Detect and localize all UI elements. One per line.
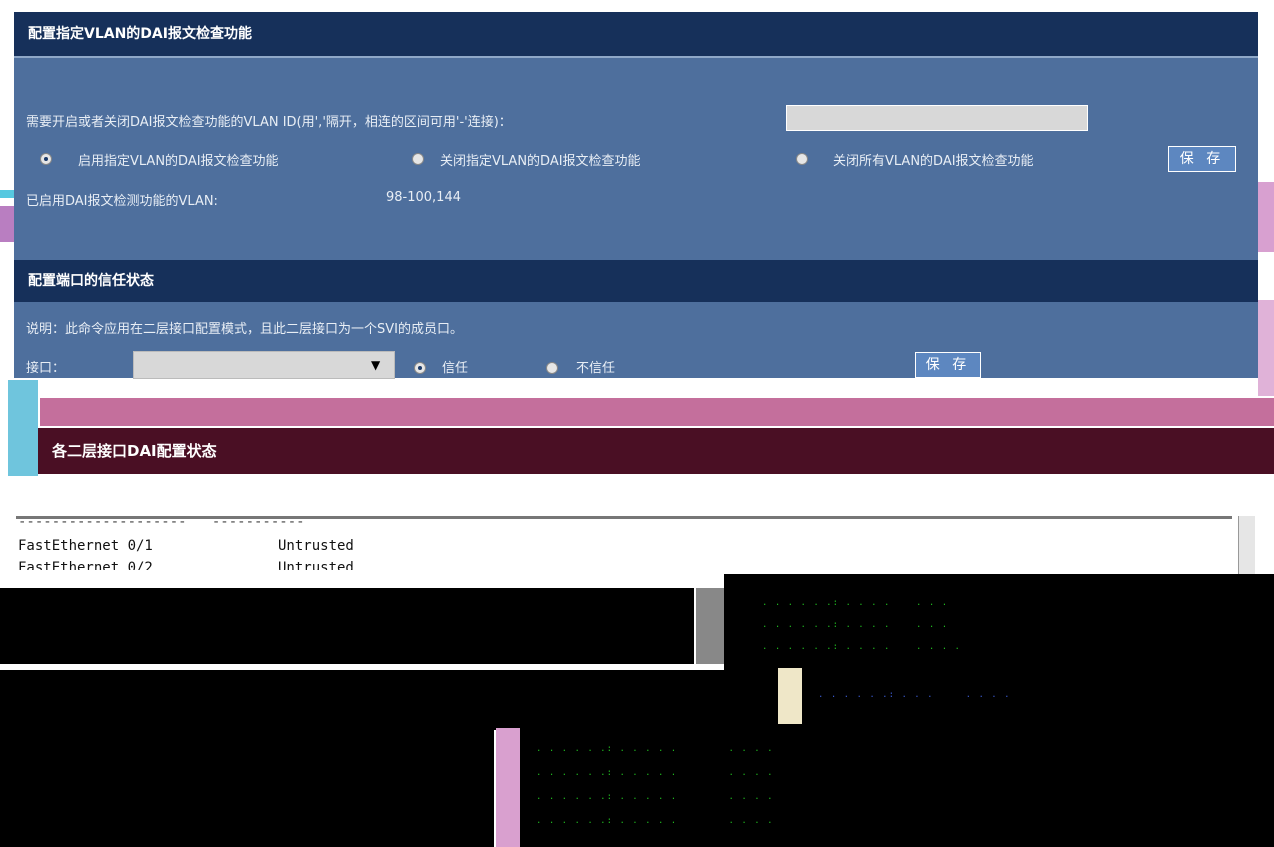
- console-scrollbar[interactable]: [1238, 516, 1255, 574]
- edge-artifact: [0, 206, 14, 242]
- edge-artifact: [8, 380, 38, 476]
- black-region: [0, 588, 694, 664]
- noise-text: . . . . . .: . . . . . . . .: [762, 642, 961, 652]
- radio-disable-vlan[interactable]: [412, 153, 424, 165]
- interface-select[interactable]: [133, 351, 395, 379]
- enabled-vlan-value: 98-100,144: [386, 190, 461, 205]
- noise-text: . . . . . .: . . . . . . . . .: [536, 792, 774, 802]
- radio-enable-vlan[interactable]: [40, 153, 52, 165]
- vlan-id-input[interactable]: [786, 105, 1088, 131]
- radio-enable-label: 启用指定VLAN的DAI报文检查功能: [78, 154, 279, 169]
- enabled-vlan-label: 已启用DAI报文检测功能的VLAN:: [26, 194, 218, 209]
- vlan-dai-title: 配置指定VLAN的DAI报文检查功能: [14, 12, 1258, 56]
- radio-untrust[interactable]: [546, 362, 558, 374]
- gray-strip: [696, 588, 724, 664]
- noise-text: . . . . . .: . . . . . . .: [762, 620, 949, 630]
- vlan-id-label: 需要开启或者关闭DAI报文检查功能的VLAN ID(用','隔开，相连的区间可用…: [26, 115, 512, 130]
- radio-trust-label: 信任: [442, 361, 469, 376]
- edge-artifact: [0, 190, 14, 198]
- row-1-interface: FastEthernet 0/1: [18, 538, 153, 554]
- radio-trust[interactable]: [414, 362, 426, 374]
- glitch-band: [40, 398, 1274, 426]
- status-console: [10, 478, 1258, 588]
- interface-label: 接口：: [26, 361, 66, 376]
- noise-text: . . . . . .: . . . . . . .: [762, 598, 949, 608]
- radio-disable-label: 关闭指定VLAN的DAI报文检查功能: [440, 154, 641, 169]
- noise-text: . . . . . .: . . . . . . .: [818, 690, 1011, 700]
- noise-text: . . . . . .: . . . . . . . . .: [536, 744, 774, 754]
- black-region: [0, 670, 1274, 730]
- radio-disable-all-label: 关闭所有VLAN的DAI报文检查功能: [833, 154, 1034, 169]
- window-fragment: [778, 668, 802, 724]
- header-divider: [14, 56, 1258, 58]
- trust-title: 配置端口的信任状态: [14, 260, 1258, 302]
- noise-text: . . . . . .: . . . . . . . . .: [536, 768, 774, 778]
- vlan-save-button[interactable]: 保 存: [1168, 146, 1236, 172]
- gray-strip: [496, 728, 520, 847]
- radio-disable-all-vlan[interactable]: [796, 153, 808, 165]
- row-2-interface: FastEthernet 0/2: [18, 560, 153, 570]
- noise-text: . . . . . .: . . . . . . . . .: [536, 816, 774, 826]
- trust-note: 说明：此命令应用在二层接口配置模式，且此二层接口为一个SVI的成员口。: [26, 322, 463, 337]
- edge-artifact: [1258, 300, 1274, 396]
- status-title: 各二层接口DAI配置状态: [38, 428, 1274, 474]
- chevron-down-icon[interactable]: ▼: [371, 358, 380, 372]
- row-1-state: Untrusted: [278, 538, 354, 554]
- console-separator: -------------------- -----------: [18, 514, 305, 530]
- black-region: [0, 728, 494, 847]
- edge-artifact: [1258, 182, 1274, 252]
- trust-save-button[interactable]: 保 存: [915, 352, 981, 378]
- row-2-state: Untrusted: [278, 560, 354, 570]
- radio-untrust-label: 不信任: [576, 361, 616, 376]
